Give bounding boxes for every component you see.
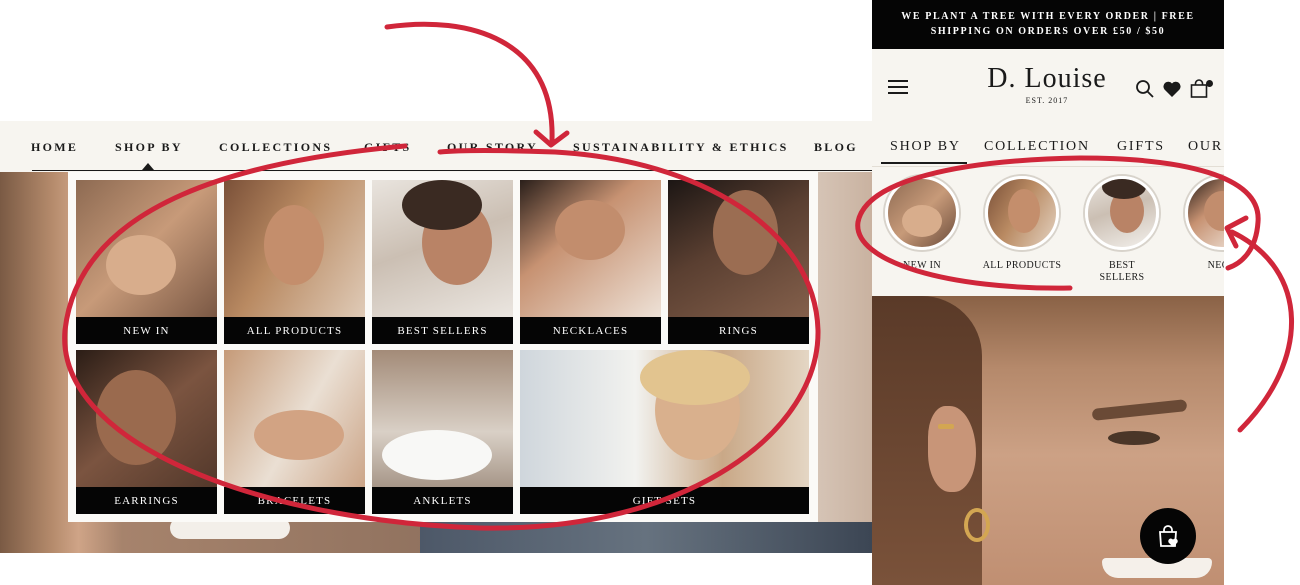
tile-label: NECKLACES — [520, 317, 661, 344]
nav-item-blog[interactable]: BLOG — [814, 140, 858, 155]
ear-cuff — [938, 424, 954, 429]
hair-shape — [640, 350, 750, 405]
circle-label: NECK — [1207, 260, 1224, 271]
logo-est: EST. 2017 — [1025, 96, 1069, 105]
mobile-view: WE PLANT A TREE WITH EVERY ORDER | FREE … — [872, 0, 1224, 585]
circle-photo — [1185, 176, 1224, 250]
shop-bag-heart-icon[interactable] — [1140, 508, 1196, 564]
hand-shape — [106, 235, 176, 295]
tile-label: ALL PRODUCTS — [224, 317, 365, 344]
hero-eye — [1108, 431, 1160, 445]
promo-line-2: SHIPPING ON ORDERS OVER £50 / $50 — [930, 26, 1166, 37]
desktop-view: HOME SHOP BY COLLECTIONS GIFTS OUR STORY… — [0, 0, 872, 585]
face-shape — [1204, 191, 1224, 231]
circle-photo — [885, 176, 959, 250]
face-shape — [264, 205, 324, 285]
desktop-nav-bar: HOME SHOP BY COLLECTIONS GIFTS OUR STORY… — [0, 121, 872, 172]
mobile-header: D. Louise EST. 2017 — [872, 49, 1224, 129]
hoop-earring — [964, 508, 990, 542]
nav-item-gifts[interactable]: GIFTS — [364, 140, 412, 155]
tile-label: GIFT SETS — [520, 487, 809, 514]
shop-by-mega-menu: NEW IN ALL PRODUCTS BEST SELLERS NECKLAC… — [68, 172, 818, 522]
tile-label: RINGS — [668, 317, 809, 344]
tile-label: NEW IN — [76, 317, 217, 344]
tile-anklets[interactable]: ANKLETS — [372, 350, 513, 514]
circle-photo — [985, 176, 1059, 250]
tile-label: EARRINGS — [76, 487, 217, 514]
tile-bracelets[interactable]: BRACELETS — [224, 350, 365, 514]
tile-necklaces[interactable]: NECKLACES — [520, 180, 661, 344]
nav-item-home[interactable]: HOME — [31, 140, 78, 155]
hand-shape — [902, 205, 942, 237]
hero-denim — [420, 522, 872, 553]
bag-heart-glyph — [1159, 525, 1178, 547]
hair-shape — [1102, 179, 1146, 199]
mobile-arrow-head — [1224, 215, 1249, 249]
search-icon[interactable] — [1135, 79, 1155, 99]
brand-logo[interactable]: D. Louise EST. 2017 — [977, 63, 1117, 105]
hair-shape — [402, 180, 482, 230]
active-tab-underline — [881, 162, 967, 164]
circle-label: ALL PRODUCTS — [982, 260, 1062, 271]
menu-icon[interactable] — [888, 80, 908, 94]
face-shape — [96, 370, 176, 465]
tab-collection[interactable]: COLLECTION — [984, 139, 1090, 155]
tab-gifts[interactable]: GIFTS — [1117, 139, 1165, 155]
nav-item-collections[interactable]: COLLECTIONS — [219, 140, 332, 155]
nav-item-our-story[interactable]: OUR STORY — [447, 140, 538, 155]
tile-label: BEST SELLERS — [372, 317, 513, 344]
hero-brow — [1091, 399, 1188, 421]
circle-necklaces[interactable]: NECK — [1172, 176, 1224, 272]
circle-all-products[interactable]: ALL PRODUCTS — [972, 176, 1072, 272]
circle-new-in[interactable]: NEW IN — [872, 176, 972, 272]
tile-gift-sets[interactable]: GIFT SETS — [520, 350, 809, 514]
tile-new-in[interactable]: NEW IN — [76, 180, 217, 344]
cart-indicator-dot — [1206, 80, 1213, 87]
circle-best-sellers[interactable]: BEST SELLERS — [1072, 176, 1172, 284]
face-shape — [1008, 189, 1040, 233]
nav-item-shop-by[interactable]: SHOP BY — [115, 140, 183, 155]
tile-best-sellers[interactable]: BEST SELLERS — [372, 180, 513, 344]
tile-earrings[interactable]: EARRINGS — [76, 350, 217, 514]
tile-label: BRACELETS — [224, 487, 365, 514]
face-shape — [713, 190, 778, 275]
circle-label: BEST SELLERS — [1099, 260, 1145, 283]
promo-banner: WE PLANT A TREE WITH EVERY ORDER | FREE … — [872, 0, 1224, 49]
tab-our-story[interactable]: OUR — [1188, 139, 1223, 155]
logo-wordmark: D. Louise — [987, 63, 1107, 94]
wrist-shape — [254, 410, 344, 460]
nav-item-sustainability[interactable]: SUSTAINABILITY & ETHICS — [573, 140, 789, 155]
sneaker-shape — [382, 430, 492, 480]
active-nav-caret — [142, 163, 154, 170]
promo-line-1: WE PLANT A TREE WITH EVERY ORDER | FREE — [901, 11, 1195, 22]
circle-label: NEW IN — [902, 260, 942, 271]
tile-rings[interactable]: RINGS — [668, 180, 809, 344]
nav-divider — [32, 170, 872, 171]
circle-photo — [1085, 176, 1159, 250]
tab-shop-by[interactable]: SHOP BY — [890, 139, 961, 155]
tile-label: ANKLETS — [372, 487, 513, 514]
mobile-arrow-curve — [1229, 229, 1294, 433]
heart-icon[interactable] — [1162, 79, 1182, 99]
tile-all-products[interactable]: ALL PRODUCTS — [224, 180, 365, 344]
neck-shape — [555, 200, 625, 260]
